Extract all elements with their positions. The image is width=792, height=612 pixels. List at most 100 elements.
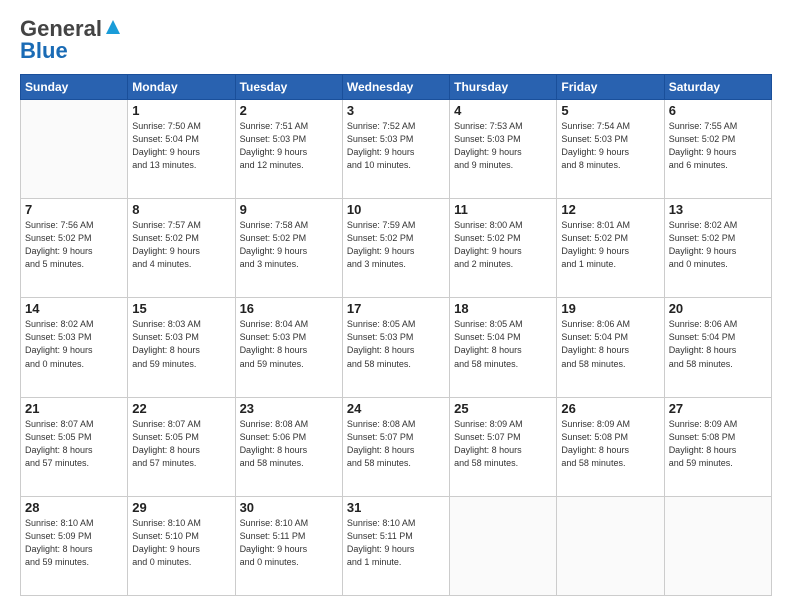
day-info: Sunrise: 7:57 AMSunset: 5:02 PMDaylight:… — [132, 219, 230, 271]
calendar-cell: 29 Sunrise: 8:10 AMSunset: 5:10 PMDayligh… — [128, 496, 235, 595]
day-info: Sunrise: 8:07 AMSunset: 5:05 PMDaylight:… — [25, 418, 123, 470]
day-number: 18 — [454, 301, 552, 316]
day-number: 30 — [240, 500, 338, 515]
day-info: Sunrise: 7:58 AMSunset: 5:02 PMDaylight:… — [240, 219, 338, 271]
calendar-cell: 31 Sunrise: 8:10 AMSunset: 5:11 PMDayligh… — [342, 496, 449, 595]
calendar-cell — [664, 496, 771, 595]
calendar-cell: 2 Sunrise: 7:51 AMSunset: 5:03 PMDaylight… — [235, 100, 342, 199]
calendar-cell: 26 Sunrise: 8:09 AMSunset: 5:08 PMDayligh… — [557, 397, 664, 496]
day-info: Sunrise: 8:09 AMSunset: 5:08 PMDaylight:… — [669, 418, 767, 470]
logo: General Blue — [20, 16, 121, 64]
day-info: Sunrise: 8:09 AMSunset: 5:08 PMDaylight:… — [561, 418, 659, 470]
day-number: 25 — [454, 401, 552, 416]
day-number: 9 — [240, 202, 338, 217]
calendar-cell: 5Sunrise: 7:54 AMSunset: 5:03 PMDaylight… — [557, 100, 664, 199]
day-number: 17 — [347, 301, 445, 316]
day-number: 15 — [132, 301, 230, 316]
day-number: 31 — [347, 500, 445, 515]
col-header-wednesday: Wednesday — [342, 75, 449, 100]
calendar-cell — [21, 100, 128, 199]
col-header-thursday: Thursday — [450, 75, 557, 100]
day-info: Sunrise: 8:10 AMSunset: 5:11 PMDaylight:… — [240, 517, 338, 569]
day-number: 8 — [132, 202, 230, 217]
day-number: 3 — [347, 103, 445, 118]
calendar-cell: 7Sunrise: 7:56 AMSunset: 5:02 PMDaylight… — [21, 199, 128, 298]
calendar-cell — [557, 496, 664, 595]
day-number: 12 — [561, 202, 659, 217]
calendar-cell: 8 Sunrise: 7:57 AMSunset: 5:02 PMDaylight… — [128, 199, 235, 298]
day-number: 14 — [25, 301, 123, 316]
calendar-cell: 4 Sunrise: 7:53 AMSunset: 5:03 PMDaylight… — [450, 100, 557, 199]
day-number: 21 — [25, 401, 123, 416]
page: General Blue SundayMondayTuesdayWednesda… — [0, 0, 792, 612]
col-header-tuesday: Tuesday — [235, 75, 342, 100]
col-header-friday: Friday — [557, 75, 664, 100]
calendar-week-row: 7Sunrise: 7:56 AMSunset: 5:02 PMDaylight… — [21, 199, 772, 298]
calendar-cell: 20 Sunrise: 8:06 AMSunset: 5:04 PMDayligh… — [664, 298, 771, 397]
calendar-cell: 16 Sunrise: 8:04 AMSunset: 5:03 PMDayligh… — [235, 298, 342, 397]
col-header-sunday: Sunday — [21, 75, 128, 100]
day-number: 26 — [561, 401, 659, 416]
day-number: 13 — [669, 202, 767, 217]
day-info: Sunrise: 8:06 AMSunset: 5:04 PMDaylight:… — [561, 318, 659, 370]
day-info: Sunrise: 7:55 AMSunset: 5:02 PMDaylight:… — [669, 120, 767, 172]
day-number: 20 — [669, 301, 767, 316]
day-info: Sunrise: 8:03 AMSunset: 5:03 PMDaylight:… — [132, 318, 230, 370]
day-info: Sunrise: 8:10 AMSunset: 5:10 PMDaylight:… — [132, 517, 230, 569]
day-info: Sunrise: 8:08 AMSunset: 5:06 PMDaylight:… — [240, 418, 338, 470]
day-number: 19 — [561, 301, 659, 316]
day-number: 2 — [240, 103, 338, 118]
logo-triangle-icon — [105, 19, 121, 40]
col-header-saturday: Saturday — [664, 75, 771, 100]
day-info: Sunrise: 8:10 AMSunset: 5:11 PMDaylight:… — [347, 517, 445, 569]
day-number: 16 — [240, 301, 338, 316]
calendar-cell: 17 Sunrise: 8:05 AMSunset: 5:03 PMDayligh… — [342, 298, 449, 397]
calendar-week-row: 28Sunrise: 8:10 AMSunset: 5:09 PMDayligh… — [21, 496, 772, 595]
calendar-cell: 3Sunrise: 7:52 AMSunset: 5:03 PMDaylight… — [342, 100, 449, 199]
day-info: Sunrise: 8:00 AMSunset: 5:02 PMDaylight:… — [454, 219, 552, 271]
calendar-cell: 28Sunrise: 8:10 AMSunset: 5:09 PMDayligh… — [21, 496, 128, 595]
day-info: Sunrise: 7:59 AMSunset: 5:02 PMDaylight:… — [347, 219, 445, 271]
calendar-week-row: 21 Sunrise: 8:07 AMSunset: 5:05 PMDayligh… — [21, 397, 772, 496]
calendar-cell: 30 Sunrise: 8:10 AMSunset: 5:11 PMDayligh… — [235, 496, 342, 595]
day-number: 5 — [561, 103, 659, 118]
day-info: Sunrise: 8:07 AMSunset: 5:05 PMDaylight:… — [132, 418, 230, 470]
calendar-cell: 21 Sunrise: 8:07 AMSunset: 5:05 PMDayligh… — [21, 397, 128, 496]
day-info: Sunrise: 7:53 AMSunset: 5:03 PMDaylight:… — [454, 120, 552, 172]
calendar-cell: 13Sunrise: 8:02 AMSunset: 5:02 PMDayligh… — [664, 199, 771, 298]
day-number: 6 — [669, 103, 767, 118]
day-number: 10 — [347, 202, 445, 217]
day-info: Sunrise: 7:51 AMSunset: 5:03 PMDaylight:… — [240, 120, 338, 172]
day-number: 28 — [25, 500, 123, 515]
header: General Blue — [20, 16, 772, 64]
day-info: Sunrise: 8:02 AMSunset: 5:03 PMDaylight:… — [25, 318, 123, 370]
day-info: Sunrise: 8:05 AMSunset: 5:03 PMDaylight:… — [347, 318, 445, 370]
calendar-cell: 14 Sunrise: 8:02 AMSunset: 5:03 PMDayligh… — [21, 298, 128, 397]
day-info: Sunrise: 8:04 AMSunset: 5:03 PMDaylight:… — [240, 318, 338, 370]
day-number: 24 — [347, 401, 445, 416]
day-number: 22 — [132, 401, 230, 416]
calendar-cell: 24Sunrise: 8:08 AMSunset: 5:07 PMDayligh… — [342, 397, 449, 496]
day-number: 1 — [132, 103, 230, 118]
day-info: Sunrise: 8:06 AMSunset: 5:04 PMDaylight:… — [669, 318, 767, 370]
calendar-table: SundayMondayTuesdayWednesdayThursdayFrid… — [20, 74, 772, 596]
calendar-cell: 1 Sunrise: 7:50 AMSunset: 5:04 PMDaylight… — [128, 100, 235, 199]
calendar-cell: 9 Sunrise: 7:58 AMSunset: 5:02 PMDaylight… — [235, 199, 342, 298]
calendar-header-row: SundayMondayTuesdayWednesdayThursdayFrid… — [21, 75, 772, 100]
calendar-week-row: 14 Sunrise: 8:02 AMSunset: 5:03 PMDayligh… — [21, 298, 772, 397]
calendar-cell: 15 Sunrise: 8:03 AMSunset: 5:03 PMDayligh… — [128, 298, 235, 397]
day-info: Sunrise: 8:09 AMSunset: 5:07 PMDaylight:… — [454, 418, 552, 470]
day-number: 29 — [132, 500, 230, 515]
day-info: Sunrise: 7:50 AMSunset: 5:04 PMDaylight:… — [132, 120, 230, 172]
calendar-cell: 25 Sunrise: 8:09 AMSunset: 5:07 PMDayligh… — [450, 397, 557, 496]
calendar-cell: 10 Sunrise: 7:59 AMSunset: 5:02 PMDayligh… — [342, 199, 449, 298]
calendar-cell: 6 Sunrise: 7:55 AMSunset: 5:02 PMDaylight… — [664, 100, 771, 199]
calendar-cell: 19 Sunrise: 8:06 AMSunset: 5:04 PMDayligh… — [557, 298, 664, 397]
calendar-cell: 22 Sunrise: 8:07 AMSunset: 5:05 PMDayligh… — [128, 397, 235, 496]
day-number: 4 — [454, 103, 552, 118]
logo-blue: Blue — [20, 38, 68, 64]
day-info: Sunrise: 8:05 AMSunset: 5:04 PMDaylight:… — [454, 318, 552, 370]
day-number: 7 — [25, 202, 123, 217]
calendar-week-row: 1 Sunrise: 7:50 AMSunset: 5:04 PMDaylight… — [21, 100, 772, 199]
calendar-cell: 27Sunrise: 8:09 AMSunset: 5:08 PMDayligh… — [664, 397, 771, 496]
